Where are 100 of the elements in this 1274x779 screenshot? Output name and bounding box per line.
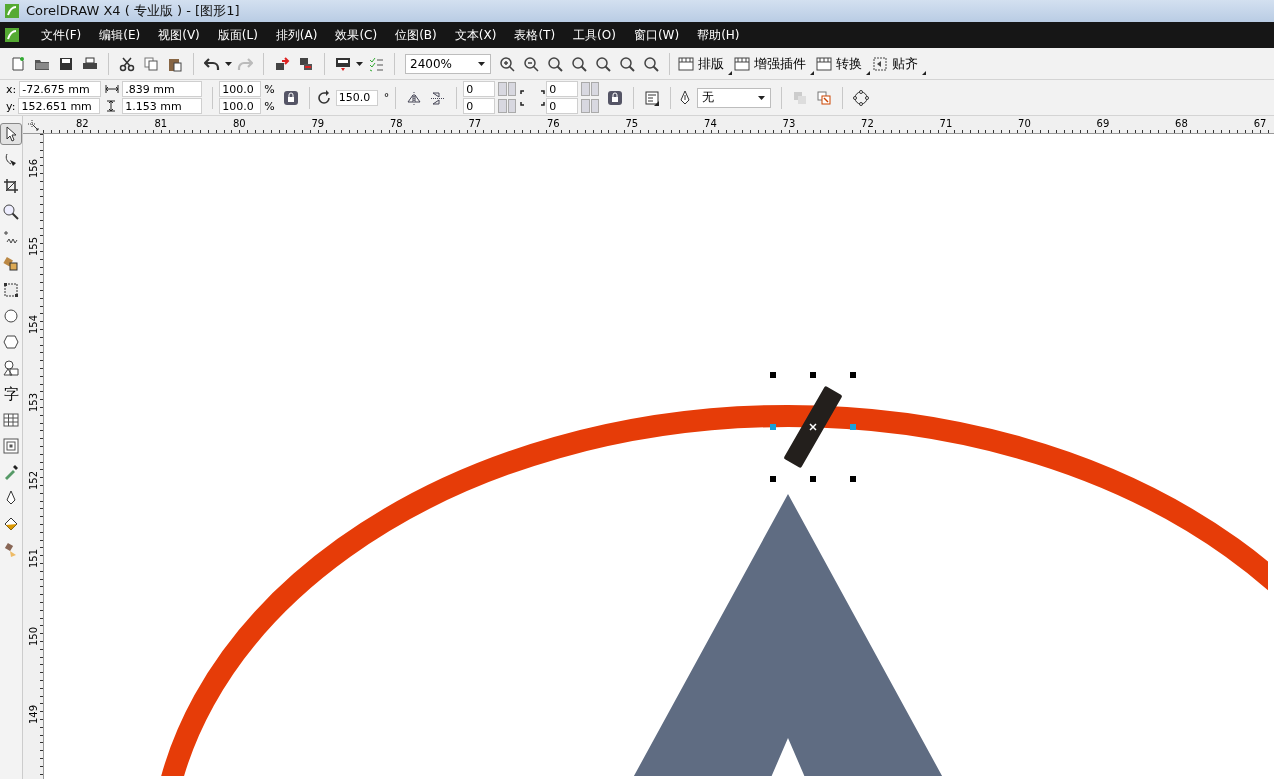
zoom-dropdown[interactable]: 2400% [405,53,491,74]
crop-icon [3,178,19,194]
menu-item[interactable]: 工具(O) [564,26,625,44]
plugin-button[interactable]: 贴齐 [870,51,926,76]
app-logo-icon[interactable] [4,27,20,43]
guides-grid-icon [872,55,888,72]
magnifier-icon [643,55,659,72]
freehand-icon [3,230,19,246]
ruler-label: 150 [27,626,39,646]
dropdown-arrow-icon[interactable] [355,59,364,68]
ruler-label: 68 [1175,117,1188,131]
selection-handle[interactable] [810,372,816,378]
text-tool[interactable]: 字 [0,383,22,405]
rotation-field[interactable]: 150.0 [335,89,378,106]
ruler-panel-icon [678,55,694,72]
basic-shapes-icon [3,360,19,376]
selection-handle[interactable] [850,476,856,482]
ruler-label: 82 [75,117,89,131]
zoom-in-icon [499,55,515,72]
scale-x-field[interactable]: 100.0 [219,81,262,97]
outline-width-dropdown[interactable]: 无 [697,87,772,108]
x-position-field[interactable]: -72.675 mm [19,81,102,97]
offset-field[interactable]: 0 [463,81,496,97]
menu-item[interactable]: 视图(V) [149,26,209,44]
ruler-label: 155 [27,236,39,256]
corner-bracket-icon [520,89,526,106]
height-field[interactable]: 1.153 mm [122,98,203,114]
ruler-label: 151 [27,548,39,568]
tool-button[interactable] [0,357,22,379]
ruler-label: 154 [27,314,39,334]
lock-icon [282,89,299,106]
ruler-label: 81 [154,117,168,131]
ruler-label: 152 [27,470,39,490]
offset-field[interactable]: 0 [546,81,579,97]
plugin-button[interactable]: 增强插件 [732,51,814,76]
magnifier-icon [547,55,563,72]
ruler-origin-icon[interactable] [27,118,39,131]
pointer-icon [3,126,19,142]
menu-item[interactable]: 文件(F) [32,26,91,44]
scale-y-field[interactable]: 100.0 [219,98,262,114]
selection-handle[interactable] [770,476,776,482]
width-field[interactable]: .839 mm [122,81,203,97]
offset-field[interactable]: 0 [546,98,579,114]
ruler-panel-icon [734,55,750,72]
menu-item[interactable]: 效果(C) [326,26,387,44]
ruler-label: 69 [1096,117,1110,131]
mirror-horizontal-icon [406,89,423,106]
offset-field[interactable]: 0 [463,98,496,114]
to-back-icon [816,89,833,106]
ellipse-icon [3,308,19,324]
new-document-icon [10,55,26,72]
selection-handle[interactable] [770,424,776,430]
magnifier-icon [595,55,611,72]
selection-handle[interactable] [770,372,776,378]
selection-handle[interactable] [810,476,816,482]
to-front-icon [792,89,809,106]
zoom-icon [3,204,19,220]
y-position-field[interactable]: 152.651 mm [18,98,101,114]
corner-bracket-icon [541,89,547,106]
ruler-label: 71 [939,117,953,131]
ruler-label: 156 [27,158,39,178]
ruler-label: 77 [468,117,482,131]
menu-item[interactable]: 帮助(H) [688,26,749,44]
ruler-label: 72 [861,117,874,131]
magnifier-icon [619,55,635,72]
app-logo-icon [4,3,20,19]
menu-item[interactable]: 位图(B) [386,26,446,44]
mirror-vertical-icon [430,89,447,106]
checklist-icon [368,55,384,72]
wrap-text-icon [644,89,661,106]
scissors-icon [119,55,135,72]
menu-item[interactable]: 版面(L) [208,26,267,44]
ruler-label: 149 [27,704,39,724]
polygon-icon [3,334,19,350]
outline-width-value: 无 [702,89,715,106]
dropdown-arrow-icon [757,93,767,102]
plugin-button[interactable]: 排版 [676,51,732,76]
menu-item[interactable]: 编辑(E) [90,26,150,44]
dropdown-arrow-icon[interactable] [224,59,233,68]
plugin-button[interactable]: 转换 [814,51,870,76]
ruler-panel-icon [816,55,832,72]
selection-handle[interactable] [850,372,856,378]
menu-item[interactable]: 窗口(W) [624,26,689,44]
selection-handle[interactable] [850,424,856,430]
monitor-icon [335,55,351,72]
percent-label: % [264,99,275,113]
menu-item[interactable]: 表格(T) [505,26,565,44]
menu-item[interactable]: 排列(A) [266,26,327,44]
fill-bucket-icon [3,516,19,532]
tool-button[interactable] [0,123,22,145]
node-circle-icon [853,89,870,106]
center-mark-icon[interactable] [809,423,817,431]
menu-item[interactable]: 文本(X) [445,26,506,44]
width-icon [105,83,120,95]
percent-label: % [264,82,275,96]
ruler-label: 153 [27,392,39,412]
import-icon [274,55,290,72]
magnifier-icon [571,55,587,72]
zoom-out-icon [523,55,539,72]
rotate-icon [315,89,332,106]
